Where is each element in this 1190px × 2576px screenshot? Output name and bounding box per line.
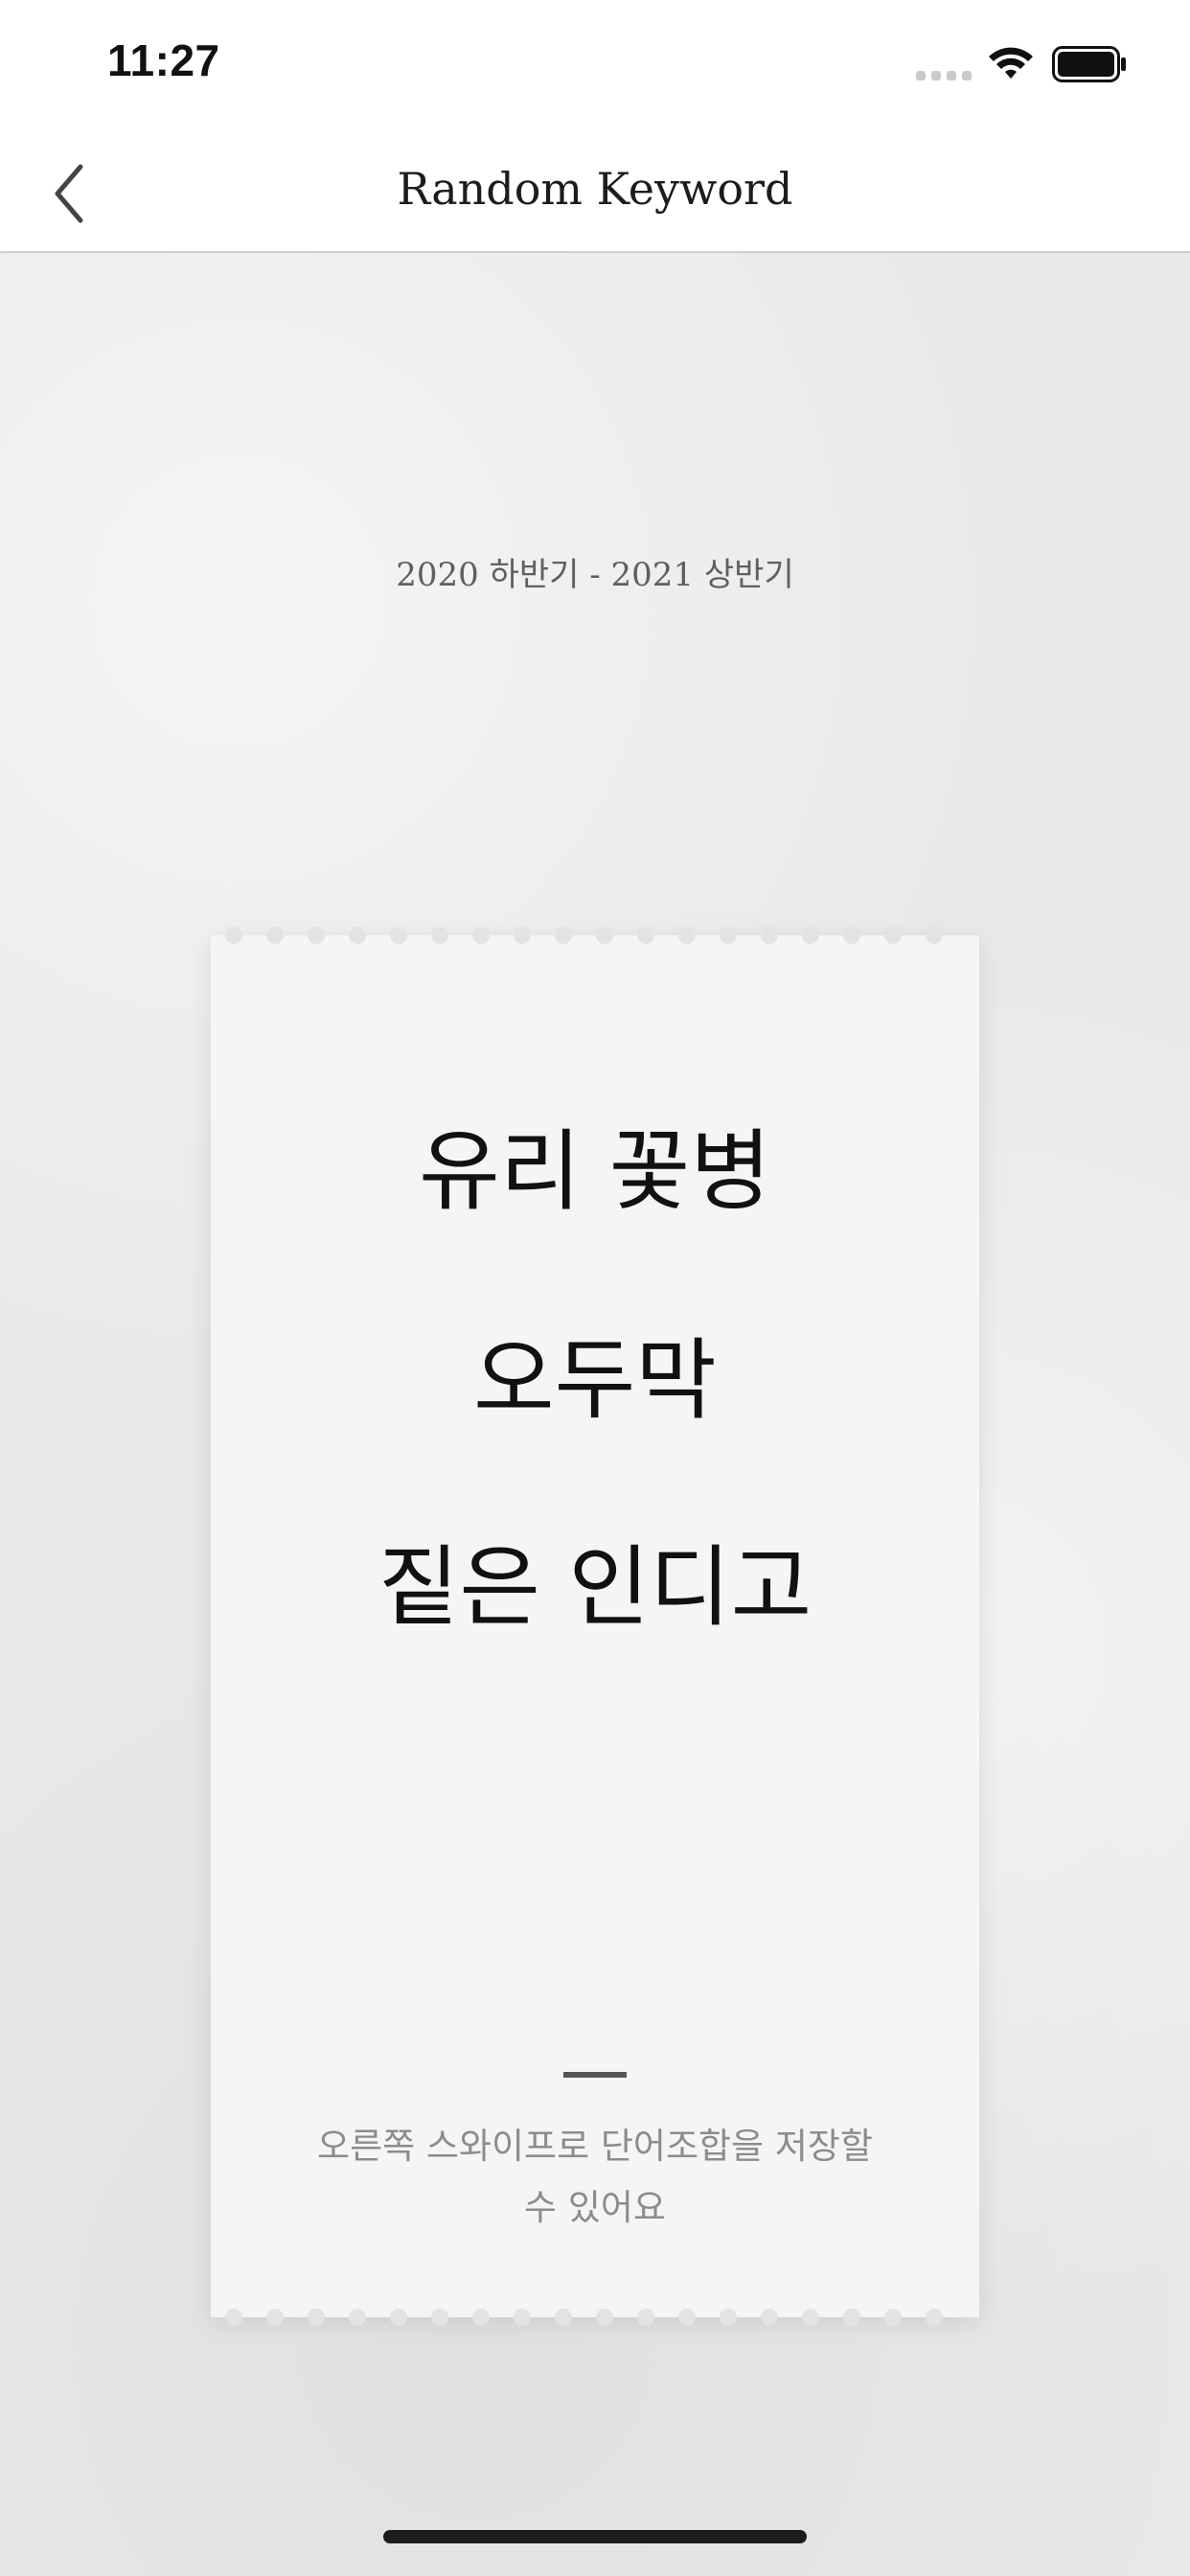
keyword-2: 오두막 (473, 1329, 717, 1432)
cellular-signal-icon (916, 71, 972, 80)
wifi-icon (989, 47, 1033, 79)
status-time: 11:27 (107, 35, 220, 85)
perforated-edge (225, 927, 943, 944)
home-indicator[interactable] (383, 2530, 807, 2543)
navigation-bar: Random Keyword (0, 134, 1190, 253)
perforated-edge (225, 2309, 943, 2326)
period-label: 2020 하반기 - 2021 상반기 (396, 556, 794, 594)
keyword-3: 짙은 인디고 (378, 1536, 812, 1639)
swipe-hint: 오른쪽 스와이프로 단어조합을 저장할 수 있어요 (317, 2126, 873, 2228)
status-bar: 11:27 (0, 0, 1190, 134)
page-title: Random Keyword (397, 163, 793, 215)
keyword-card[interactable]: 유리 꽃병 오두막 짙은 인디고 오른쪽 스와이프로 단어조합을 저장할 수 있… (211, 927, 979, 2326)
main-content: 2020 하반기 - 2021 상반기 유리 꽃병 오두막 짙은 인디고 오른쪽… (0, 253, 1190, 2576)
divider (563, 2072, 627, 2078)
battery-icon (1052, 46, 1126, 82)
keyword-1: 유리 꽃병 (419, 1120, 771, 1223)
